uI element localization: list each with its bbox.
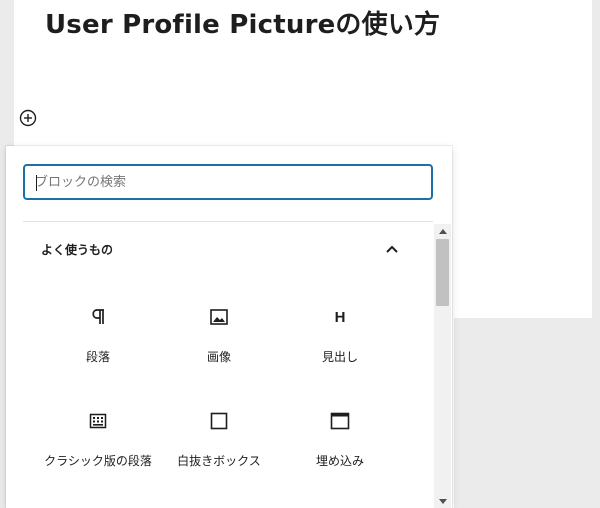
- panel-collapse-button[interactable]: [382, 238, 402, 258]
- block-item-heading[interactable]: H 見出し: [290, 304, 390, 368]
- chevron-up-icon: [385, 239, 399, 258]
- block-label: 画像: [206, 350, 231, 364]
- heading-icon: H: [334, 308, 346, 326]
- block-item-classic[interactable]: クラシック版の段落: [44, 408, 152, 472]
- block-label: 埋め込み: [315, 454, 364, 468]
- classic-editor-icon: [48, 408, 148, 434]
- plus-circle-icon: [19, 109, 37, 131]
- block-item-paragraph[interactable]: 段落: [48, 304, 148, 368]
- square-outline-icon: [169, 408, 269, 434]
- image-icon: [169, 304, 269, 330]
- panel-title: よく使うもの: [41, 243, 114, 257]
- block-inserter-popover: よく使うもの 段落 画像 H 見出し: [6, 146, 452, 508]
- block-label: クラシック版の段落: [44, 454, 152, 468]
- editor-background: [454, 318, 600, 508]
- block-item-image[interactable]: 画像: [169, 304, 269, 368]
- scroll-up-arrow-icon[interactable]: [434, 224, 451, 238]
- divider: [23, 221, 433, 222]
- pilcrow-icon: [48, 304, 148, 330]
- block-inserter-toggle[interactable]: [18, 109, 38, 131]
- text-caret: [36, 175, 37, 191]
- block-search-field[interactable]: [23, 164, 433, 200]
- scrollbar-thumb[interactable]: [436, 239, 449, 306]
- scrollbar[interactable]: [434, 224, 451, 508]
- block-label: 段落: [85, 350, 110, 364]
- block-label: 見出し: [321, 350, 358, 364]
- scroll-down-arrow-icon[interactable]: [434, 494, 451, 508]
- embed-icon: [290, 408, 390, 434]
- block-label: 白抜きボックス: [177, 454, 261, 468]
- block-item-embed[interactable]: 埋め込み: [290, 408, 390, 472]
- post-title[interactable]: User Profile Pictureの使い方: [45, 4, 440, 41]
- block-item-outline-box[interactable]: 白抜きボックス: [169, 408, 269, 472]
- block-search-input[interactable]: [35, 166, 415, 198]
